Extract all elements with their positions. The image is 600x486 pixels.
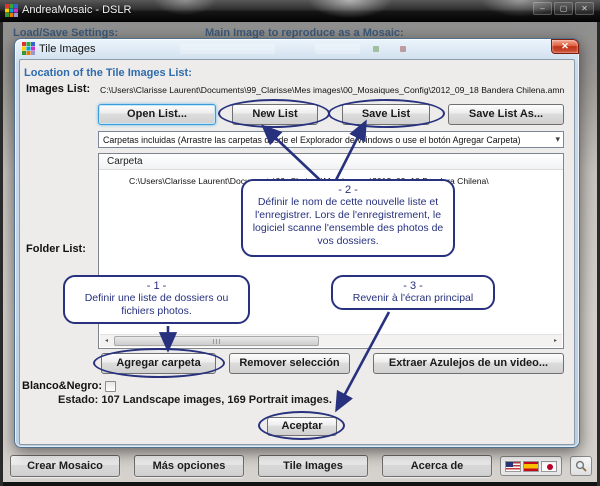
column-header-carpeta[interactable]: Carpeta [99, 154, 563, 170]
magnifier-button[interactable] [570, 456, 592, 476]
note-text: Définir le nom de cette nouvelle liste e… [243, 196, 453, 249]
status-value: 107 Landscape images, 169 Portrait image… [101, 394, 332, 406]
mas-opciones-button[interactable]: Más opciones [134, 455, 244, 477]
folder-list-label: Folder List: [26, 243, 86, 255]
spain-flag-icon [523, 461, 539, 472]
crear-mosaico-button[interactable]: Crear Mosaico [10, 455, 120, 477]
glass-reflection [315, 44, 360, 54]
us-flag-icon [505, 461, 521, 472]
magnifier-icon [575, 460, 588, 473]
close-icon[interactable]: ✕ [575, 2, 594, 15]
main-window: AndreaMosaic - DSLR – ▢ ✕ Load/Save Sett… [0, 0, 600, 486]
tile-images-dialog: Tile Images ✕ Location of the Tile Image… [14, 38, 580, 448]
status-label: Estado: [58, 394, 98, 406]
annotation-note-1: - 1 - Definir une liste de dossiers ou f… [63, 275, 250, 324]
annotation-oval-save-list [328, 99, 445, 128]
blanco-negro-label: Blanco&Negro: [22, 380, 102, 392]
note-text: Definir une liste de dossiers ou fichier… [65, 292, 248, 318]
maximize-icon[interactable]: ▢ [554, 2, 573, 15]
horizontal-scrollbar[interactable]: ◂ ▸ [100, 334, 562, 347]
minimize-icon[interactable]: – [533, 2, 552, 15]
glass-reflection [373, 46, 379, 52]
dialog-mosaic-icon [22, 42, 35, 55]
section-heading: Location of the Tile Images List: [24, 67, 192, 79]
note-number: - 2 - [243, 184, 453, 196]
note-number: - 1 - [65, 280, 248, 292]
note-number: - 3 - [333, 280, 493, 292]
images-list-label: Images List: [26, 83, 90, 95]
glass-reflection [180, 44, 275, 54]
blanco-negro-checkbox[interactable] [105, 381, 116, 392]
glass-reflection [400, 46, 406, 52]
dialog-title: Tile Images [39, 43, 95, 55]
remover-seleccion-button[interactable]: Remover selección [229, 353, 350, 374]
scrollbar-thumb[interactable] [114, 336, 319, 346]
annotation-oval-new-list [218, 99, 330, 128]
window-titlebar[interactable]: AndreaMosaic - DSLR – ▢ ✕ [0, 0, 600, 22]
status-row: Estado: 107 Landscape images, 169 Portra… [58, 394, 332, 406]
annotation-note-2: - 2 - Définir le nom de cette nouvelle l… [241, 179, 455, 257]
scrollbar-grip [213, 339, 221, 344]
dialog-titlebar[interactable]: Tile Images ✕ [15, 39, 579, 59]
annotation-note-3: - 3 - Revenir à l'écran principal [331, 275, 495, 310]
acerca-de-button[interactable]: Acerca de [382, 455, 492, 477]
app-mosaic-icon [5, 4, 18, 17]
language-flags-button[interactable] [500, 456, 562, 476]
annotation-oval-agregar-carpeta [93, 348, 225, 378]
extraer-azulejos-button[interactable]: Extraer Azulejos de un video... [373, 353, 564, 374]
scroll-left-icon[interactable]: ◂ [100, 335, 113, 347]
dropdown-selected-value: Carpetas incluidas (Arrastre las carpeta… [103, 135, 521, 145]
window-controls: – ▢ ✕ [533, 2, 594, 15]
annotation-oval-aceptar [258, 411, 345, 440]
dialog-close-icon[interactable]: ✕ [551, 39, 579, 54]
open-list-button[interactable]: Open List... [98, 104, 216, 125]
save-list-as-button[interactable]: Save List As... [448, 104, 564, 125]
window-title: AndreaMosaic - DSLR [22, 4, 131, 16]
chevron-down-icon: ▾ [555, 134, 560, 145]
images-list-path: C:\Users\Clarisse Laurent\Documents\99_C… [100, 85, 564, 95]
note-text: Revenir à l'écran principal [333, 292, 493, 305]
japan-flag-icon [541, 461, 557, 472]
dialog-body: Location of the Tile Images List: Images… [19, 59, 575, 445]
tile-images-button[interactable]: Tile Images [258, 455, 368, 477]
scroll-right-icon[interactable]: ▸ [549, 335, 562, 347]
folder-mode-dropdown[interactable]: Carpetas incluidas (Arrastre las carpeta… [98, 131, 564, 148]
